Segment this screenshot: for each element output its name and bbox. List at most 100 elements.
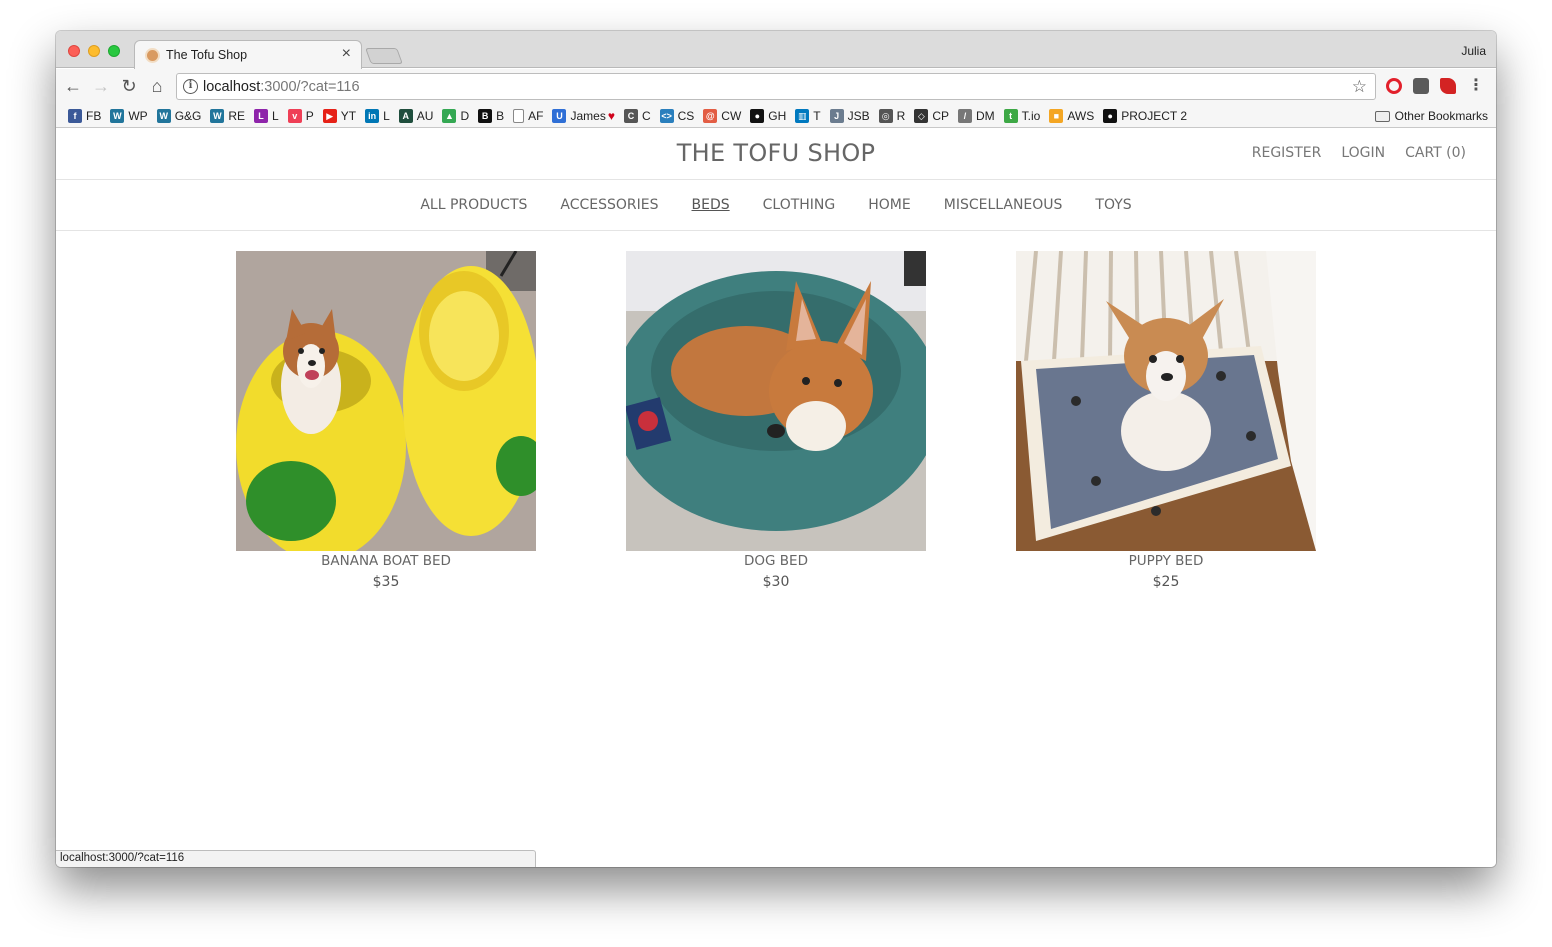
tab-the-tofu-shop[interactable]: The Tofu Shop × [134, 40, 362, 69]
other-bookmarks[interactable]: Other Bookmarks [1374, 109, 1488, 123]
other-bookmarks-label: Other Bookmarks [1394, 109, 1488, 123]
extension-icon[interactable] [1440, 78, 1456, 94]
bookmark-label: P [305, 108, 314, 123]
c-icon: C [623, 108, 638, 123]
bookmark-fb[interactable]: f FB [68, 108, 102, 123]
info-icon[interactable]: i [183, 79, 198, 94]
slash-icon: / [957, 108, 972, 123]
l-icon: L [254, 108, 269, 123]
bookmark-l[interactable]: in L [365, 108, 390, 123]
bookmark-cw[interactable]: @ CW [703, 108, 742, 123]
bookmark-l[interactable]: LL [254, 108, 279, 123]
menu-dots-icon[interactable]: ⋮ [1468, 75, 1484, 95]
bookmark-label: L [272, 108, 279, 123]
category-nav: ALL PRODUCTS ACCESSORIES BEDS CLOTHING H… [56, 179, 1496, 231]
drive-icon: ▲ [442, 108, 457, 123]
codepen-icon: ◇ [914, 108, 929, 123]
bookmark-af[interactable]: AF [513, 108, 543, 123]
pocket-icon[interactable] [1413, 78, 1429, 94]
cart-link[interactable]: CART (0) [1405, 145, 1466, 161]
linkedin-icon: in [365, 108, 380, 123]
github-icon: ● [750, 108, 765, 123]
bookmark-re[interactable]: W RE [210, 108, 245, 123]
bookmark-label: AU [416, 108, 434, 123]
category-beds[interactable]: BEDS [692, 197, 730, 213]
bookmark-aws[interactable]: ■ AWS [1049, 108, 1094, 123]
back-arrow-icon[interactable]: ← [62, 75, 84, 97]
category-accessories[interactable]: ACCESSORIES [560, 197, 658, 213]
bookmark-label: B [496, 108, 505, 123]
product-card[interactable]: BANANA BOAT BED $35 [236, 251, 536, 590]
login-link[interactable]: LOGIN [1341, 145, 1385, 161]
category-miscellaneous[interactable]: MISCELLANEOUS [944, 197, 1063, 213]
bookmark-jsb[interactable]: J JSB [829, 108, 870, 123]
opera-icon[interactable] [1386, 78, 1402, 94]
browser-toolbar: ← → ↻ ⌂ i localhost:3000/?cat=116 ☆ ⋮ [56, 69, 1496, 104]
tab-close-icon[interactable]: × [342, 45, 351, 62]
bookmark-label: C [641, 108, 651, 123]
reload-icon[interactable]: ↻ [118, 75, 140, 97]
cw-icon: @ [703, 108, 718, 123]
product-card[interactable]: PUPPY BED $25 [1016, 251, 1316, 590]
bookmark-label: FB [86, 108, 102, 123]
bookmark-wp[interactable]: W WP [110, 108, 148, 123]
puppy-bed-photo[interactable] [1016, 251, 1316, 551]
bookmark-gh[interactable]: ● GH [750, 108, 787, 123]
bookmark-star-icon[interactable]: ☆ [1352, 77, 1367, 97]
bookmark-t-io[interactable]: t T.io [1003, 108, 1041, 123]
bookmark-t[interactable]: ▥ T [795, 108, 821, 123]
r-icon: ◎ [878, 108, 893, 123]
header-links: REGISTER LOGIN CART (0) [1252, 145, 1466, 161]
bookmark-project-2[interactable]: ● PROJECT 2 [1103, 108, 1187, 123]
wordpress-icon: W [156, 108, 171, 123]
url-text[interactable]: localhost:3000/?cat=116 [203, 79, 360, 95]
bookmark-cp[interactable]: ◇ CP [914, 108, 949, 123]
new-tab-button[interactable] [365, 48, 403, 64]
forward-arrow-icon[interactable]: → [90, 75, 112, 97]
product-name[interactable]: BANANA BOAT BED [236, 553, 536, 569]
bookmark-b[interactable]: BB [478, 108, 505, 123]
bookmark-label: CW [721, 108, 742, 123]
banana-boat-bed-photo[interactable] [236, 251, 536, 551]
bookmark-cs[interactable]: <> CS [659, 108, 694, 123]
t-icon: t [1003, 108, 1018, 123]
bookmark-g-g[interactable]: W G&G [156, 108, 201, 123]
bookmark-dm[interactable]: / DM [957, 108, 995, 123]
category-toys[interactable]: TOYS [1095, 197, 1131, 213]
bookmark-label: YT [340, 108, 357, 123]
bookmark-james[interactable]: U James ♥ [552, 108, 615, 123]
register-link[interactable]: REGISTER [1252, 145, 1322, 161]
category-clothing[interactable]: CLOTHING [763, 197, 836, 213]
bookmark-r[interactable]: ◎ R [878, 108, 906, 123]
wordpress-icon: W [110, 108, 125, 123]
home-icon[interactable]: ⌂ [146, 75, 168, 97]
minimize-window-button[interactable] [88, 45, 100, 57]
bookmark-p[interactable]: vP [287, 108, 314, 123]
bookmark-label: GH [768, 108, 787, 123]
maximize-window-button[interactable] [108, 45, 120, 57]
page-icon [513, 108, 525, 123]
dog-bed-photo[interactable] [626, 251, 926, 551]
bookmark-label: R [896, 108, 906, 123]
product-name[interactable]: DOG BED [626, 553, 926, 569]
product-card[interactable]: DOG BED $30 [626, 251, 926, 590]
aws-icon: ■ [1049, 108, 1064, 123]
category-all-products[interactable]: ALL PRODUCTS [420, 197, 527, 213]
folder-icon [1374, 110, 1390, 122]
github-icon: ● [1103, 108, 1118, 123]
bookmark-yt[interactable]: ▶ YT [322, 108, 357, 123]
address-bar[interactable]: i localhost:3000/?cat=116 ☆ [176, 73, 1376, 100]
bookmark-c[interactable]: CC [623, 108, 651, 123]
close-window-button[interactable] [68, 45, 80, 57]
jsbin-icon: J [829, 108, 844, 123]
profile-name[interactable]: Julia [1461, 44, 1486, 58]
bookmark-d[interactable]: ▲ D [442, 108, 469, 123]
bookmark-label: James [570, 108, 606, 123]
product-name[interactable]: PUPPY BED [1016, 553, 1316, 569]
trello-icon: ▥ [795, 108, 810, 123]
category-home[interactable]: HOME [868, 197, 910, 213]
bookmark-au[interactable]: A AU [398, 108, 434, 123]
product-price: $35 [372, 574, 400, 590]
bookmark-label: T.io [1021, 108, 1041, 123]
product-grid: BANANA BOAT BED $35 DOG BED $30 PUPPY BE… [236, 251, 1316, 590]
